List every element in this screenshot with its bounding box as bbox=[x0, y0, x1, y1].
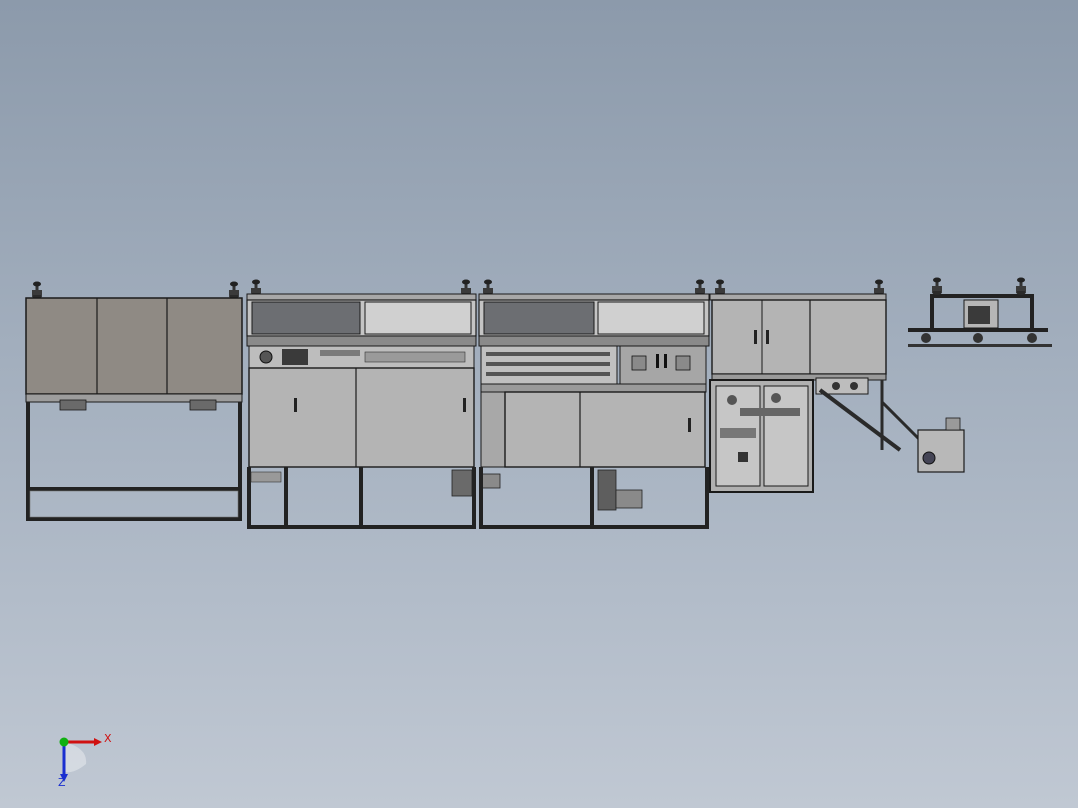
door-handle[interactable] bbox=[463, 398, 466, 412]
module-4-cabinet[interactable] bbox=[709, 279, 965, 493]
axis-x-label: X bbox=[104, 732, 112, 745]
door-handle[interactable] bbox=[688, 418, 691, 432]
graphics-viewport[interactable]: X Z bbox=[0, 0, 1078, 808]
module-1-enclosure[interactable] bbox=[25, 281, 243, 522]
leveling-foot bbox=[32, 281, 42, 299]
coordinate-triad[interactable]: X Z bbox=[48, 728, 118, 792]
module-5-cart[interactable] bbox=[908, 277, 1052, 348]
axis-z-label: Z bbox=[58, 776, 66, 789]
door-handle[interactable] bbox=[294, 398, 297, 412]
leveling-foot bbox=[229, 281, 239, 299]
machine-assembly-model[interactable] bbox=[0, 0, 1078, 808]
door-handle[interactable] bbox=[766, 330, 769, 344]
window bbox=[251, 301, 361, 335]
bracket bbox=[59, 399, 87, 411]
bracket bbox=[189, 399, 217, 411]
module-3-cabinet[interactable] bbox=[478, 279, 710, 530]
module-2-cabinet[interactable] bbox=[246, 279, 501, 530]
leveling-foot bbox=[932, 277, 942, 295]
window bbox=[483, 301, 595, 335]
door-handle[interactable] bbox=[754, 330, 757, 344]
upper-panel bbox=[25, 297, 243, 395]
leveling-foot bbox=[1016, 277, 1026, 295]
